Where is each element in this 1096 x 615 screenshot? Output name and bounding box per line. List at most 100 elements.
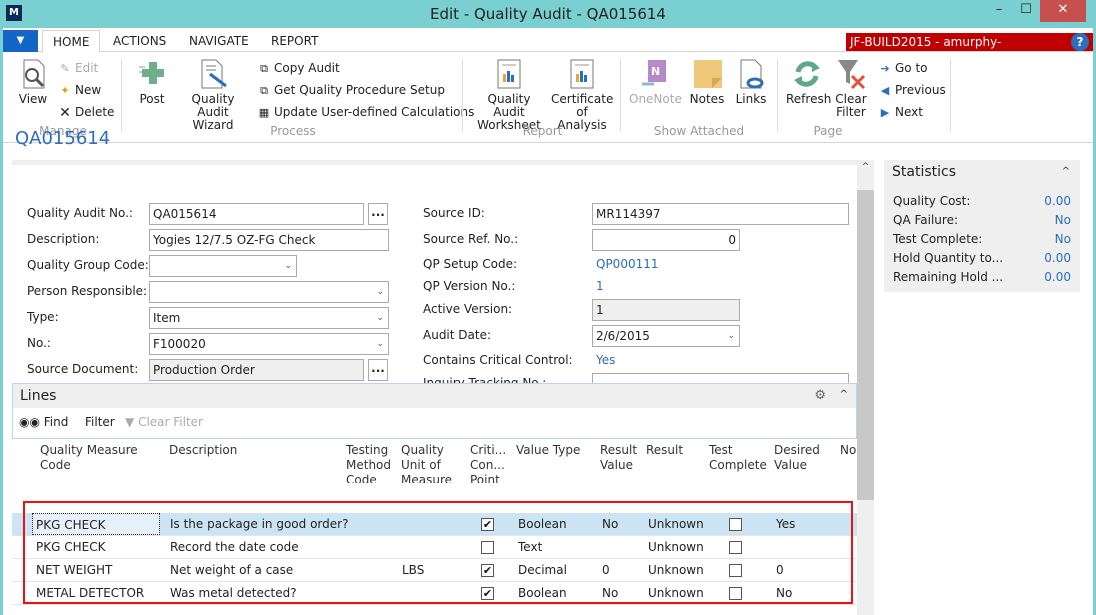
cell-result[interactable]: Unknown [644,582,704,604]
column-header[interactable]: Value Type [516,443,596,475]
cell-description[interactable]: Is the package in good order? [166,513,348,535]
test-complete-checkbox[interactable] [729,518,742,531]
cell-desired[interactable] [772,536,832,558]
column-header[interactable]: Test Complete [709,443,771,475]
cell-desired[interactable]: Yes [772,513,832,535]
column-header[interactable]: No [840,443,860,475]
cell-code[interactable]: PKG CHECK [32,513,160,535]
previous-button[interactable]: ◀ Previous [878,81,946,99]
column-header[interactable]: Quality Unit of Measure [401,443,467,483]
no-dropdown[interactable]: F100020 ⌄ [149,333,389,355]
goto-button[interactable]: ➔ Go to [878,59,927,77]
scroll-up-icon[interactable]: ^ [857,162,874,176]
copy-audit-button[interactable]: ⧉ Copy Audit [257,59,340,77]
certificate-of-analysis-button[interactable]: Certificate of Analysis [551,58,613,132]
cell-result[interactable]: Unknown [644,536,704,558]
test-complete-checkbox[interactable] [729,587,742,600]
column-header[interactable]: Quality Measure Code [40,443,165,475]
gear-icon[interactable]: ⚙ [814,388,826,403]
view-button[interactable]: View [13,58,53,106]
column-header[interactable]: Desired Value [774,443,834,475]
collapse-icon[interactable]: ^ [1062,166,1070,177]
table-row[interactable]: NET WEIGHT Net weight of a case LBS Decimal… [12,559,857,582]
table-row[interactable]: PKG CHECK Record the date code Text Unknown [12,536,857,559]
source-document-lookup-button[interactable]: ... [368,359,388,381]
cell-result-value[interactable] [598,536,642,558]
qp-setup-code-link[interactable]: QP000111 [596,254,659,274]
update-calculations-button[interactable]: ▦ Update User-defined Calculations [257,103,475,121]
column-header[interactable]: Criti... Con... Point [470,443,512,483]
links-button[interactable]: Links [733,58,769,106]
table-row[interactable]: PKG CHECK Is the package in good order? Bo… [12,513,857,536]
notes-button[interactable]: Notes [687,58,727,106]
description-input[interactable]: Yogies 12/7.5 OZ-FG Check [149,229,389,251]
cell-result-value[interactable]: No [598,513,642,535]
cell-value-type[interactable]: Boolean [514,582,594,604]
critical-control-point-checkbox[interactable] [481,541,494,554]
post-button[interactable]: Post [137,58,167,106]
cell-desired[interactable]: 0 [772,559,832,581]
audit-date-dropdown[interactable]: 2/6/2015 ⌄ [592,325,740,347]
source-id-input[interactable]: MR114397 [592,203,849,225]
cell-value-type[interactable]: Boolean [514,513,594,535]
critical-control-point-checkbox[interactable] [481,564,494,577]
test-complete-checkbox[interactable] [729,541,742,554]
next-button[interactable]: ▶ Next [878,103,923,121]
column-header[interactable]: Testing Method Code [346,443,398,483]
cell-uom[interactable] [398,582,458,604]
quality-group-code-dropdown[interactable]: ⌄ [149,255,297,277]
cell-uom[interactable] [398,536,458,558]
cell-method[interactable] [346,513,396,535]
cell-code[interactable]: PKG CHECK [32,536,160,558]
cell-value-type[interactable]: Text [514,536,594,558]
maximize-button[interactable]: ☐ [1013,0,1039,22]
onenote-button[interactable]: N OneNote [629,58,682,106]
quality-audit-worksheet-button[interactable]: Quality Audit Worksheet [471,58,547,132]
cell-result-value[interactable]: No [598,582,642,604]
minimize-button[interactable]: – [986,0,1012,22]
column-header[interactable]: Result [646,443,706,475]
tab-actions[interactable]: ACTIONS [103,30,176,53]
qp-version-no-value[interactable]: 1 [596,276,604,296]
type-dropdown[interactable]: Item ⌄ [149,307,389,329]
new-button[interactable]: ✦ New [58,81,101,99]
cell-method[interactable] [346,536,396,558]
tab-report[interactable]: REPORT [261,30,328,53]
cell-code[interactable]: METAL DETECTOR [32,582,160,604]
quality-audit-no-lookup-button[interactable]: ... [368,203,388,225]
cell-value-type[interactable]: Decimal [514,559,594,581]
cell-result[interactable]: Unknown [644,513,704,535]
person-responsible-dropdown[interactable]: ⌄ [149,281,389,303]
app-menu-button[interactable]: ▼ [3,30,38,52]
help-icon[interactable]: ? [1071,33,1089,51]
table-row[interactable]: METAL DETECTOR Was metal detected? Boolean… [12,582,857,605]
cell-description[interactable]: Record the date code [166,536,341,558]
source-ref-no-input[interactable]: 0 [592,229,740,251]
stat-value[interactable]: 0.00 [1044,192,1071,210]
critical-control-point-checkbox[interactable] [481,587,494,600]
quality-audit-no-input[interactable]: QA015614 [149,203,364,225]
cell-result-value[interactable]: 0 [598,559,642,581]
collapse-icon[interactable]: ^ [840,389,848,400]
close-button[interactable]: ✕ [1040,0,1086,22]
filter-button[interactable]: Filter [85,413,115,431]
refresh-button[interactable]: Refresh [786,58,831,106]
cell-result[interactable]: Unknown [644,559,704,581]
cell-uom[interactable]: LBS [398,559,458,581]
stat-value[interactable]: No [1055,211,1071,229]
delete-button[interactable]: ✕ Delete [58,103,114,121]
cell-description[interactable]: Net weight of a case [166,559,341,581]
clear-filter-lines-button[interactable]: ▼ Clear Filter [125,413,203,431]
cell-description[interactable]: Was metal detected? [166,582,341,604]
stat-value[interactable]: 0.00 [1044,268,1071,286]
critical-control-point-checkbox[interactable] [481,518,494,531]
tab-home[interactable]: HOME [42,30,101,53]
page-scrollbar[interactable]: ^ [857,160,874,615]
stat-value[interactable]: No [1055,230,1071,248]
stat-value[interactable]: 0.00 [1044,249,1071,267]
cell-method[interactable] [346,582,396,604]
cell-method[interactable] [346,559,396,581]
get-quality-procedure-setup-button[interactable]: ⧉ Get Quality Procedure Setup [257,81,445,99]
edit-button[interactable]: ✎ Edit [58,59,98,77]
find-button[interactable]: ◉◉ Find [19,413,68,431]
